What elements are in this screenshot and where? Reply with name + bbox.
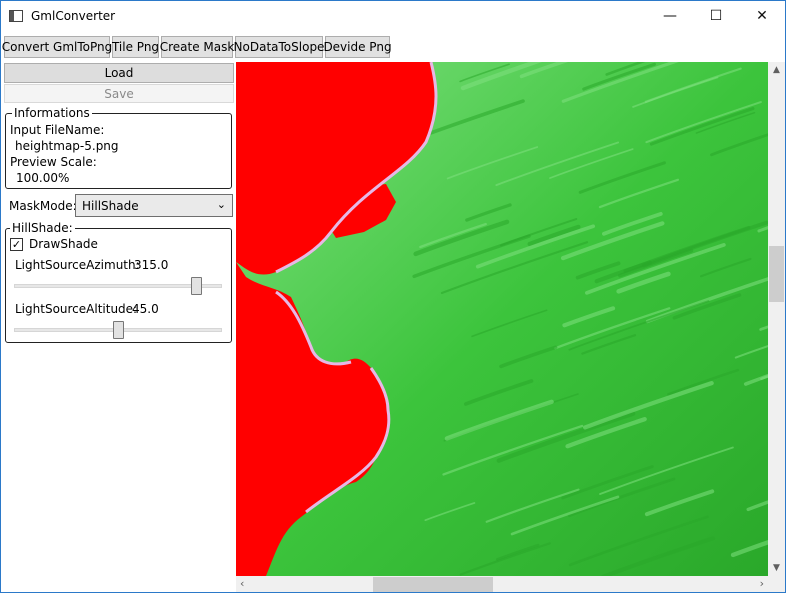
- scroll-right-icon[interactable]: ›: [760, 577, 764, 590]
- settings-panel: Load Save Informations Input FileName: h…: [1, 62, 236, 592]
- input-filename-value: heightmap-5.png: [15, 139, 119, 153]
- azimuth-label: LightSourceAzimuth:: [15, 258, 140, 272]
- mask-mode-label: MaskMode:: [9, 199, 77, 213]
- draw-shade-label[interactable]: DrawShade: [29, 237, 98, 252]
- azimuth-value: 315.0: [134, 258, 169, 272]
- scroll-down-icon[interactable]: ▼: [768, 563, 785, 573]
- toolbar: Convert GmlToPng Tile Png Create Mask No…: [1, 32, 785, 62]
- mask-mode-select[interactable]: HillShade ⌄: [75, 194, 233, 217]
- hillshade-image: [236, 62, 768, 576]
- tile-png-button[interactable]: Tile Png: [112, 36, 159, 58]
- app-window: GmlConverter — ☐ ✕ Convert GmlToPng Tile…: [0, 0, 786, 593]
- load-button[interactable]: Load: [4, 63, 234, 83]
- chevron-down-icon: ⌄: [216, 198, 226, 211]
- scrollbar-corner: [768, 576, 785, 592]
- scroll-left-icon[interactable]: ‹: [240, 577, 244, 590]
- mask-mode-value: HillShade: [82, 198, 139, 213]
- title-bar[interactable]: GmlConverter — ☐ ✕: [1, 1, 785, 31]
- altitude-slider-thumb[interactable]: [113, 321, 124, 339]
- scroll-up-icon[interactable]: ▲: [768, 65, 785, 75]
- window-title: GmlConverter: [31, 9, 116, 23]
- altitude-value: 45.0: [132, 302, 159, 316]
- heightmap-preview[interactable]: [236, 62, 768, 576]
- vertical-scrollbar[interactable]: ▲ ▼: [768, 62, 785, 576]
- vertical-scroll-thumb[interactable]: [769, 246, 784, 302]
- checkmark-icon: ✓: [11, 238, 22, 251]
- create-mask-button[interactable]: Create Mask: [160, 36, 234, 58]
- minimize-button[interactable]: —: [647, 1, 693, 31]
- window-controls: — ☐ ✕: [647, 1, 785, 31]
- no-data-to-slope-button[interactable]: NoDataToSlope: [234, 36, 324, 58]
- horizontal-scrollbar[interactable]: ‹ ›: [236, 576, 768, 592]
- maximize-button[interactable]: ☐: [693, 1, 739, 31]
- input-filename-label: Input FileName:: [10, 123, 105, 137]
- altitude-label: LightSourceAltitude:: [15, 302, 138, 316]
- horizontal-scroll-thumb[interactable]: [373, 577, 493, 592]
- preview-scale-label: Preview Scale:: [10, 155, 97, 169]
- devide-png-button[interactable]: Devide Png: [323, 36, 392, 58]
- informations-group-label: Informations: [12, 106, 92, 120]
- save-button[interactable]: Save: [4, 84, 234, 103]
- draw-shade-checkbox[interactable]: ✓: [10, 238, 23, 251]
- close-button[interactable]: ✕: [739, 1, 785, 31]
- convert-gml-to-png-button[interactable]: Convert GmlToPng: [2, 36, 112, 58]
- preview-scale-value: 100.00%: [16, 171, 70, 185]
- azimuth-slider-thumb[interactable]: [191, 277, 202, 295]
- informations-group: Informations Input FileName: heightmap-5…: [5, 106, 232, 189]
- app-icon: [9, 10, 23, 22]
- hillshade-group-label: HillShade:: [10, 221, 75, 235]
